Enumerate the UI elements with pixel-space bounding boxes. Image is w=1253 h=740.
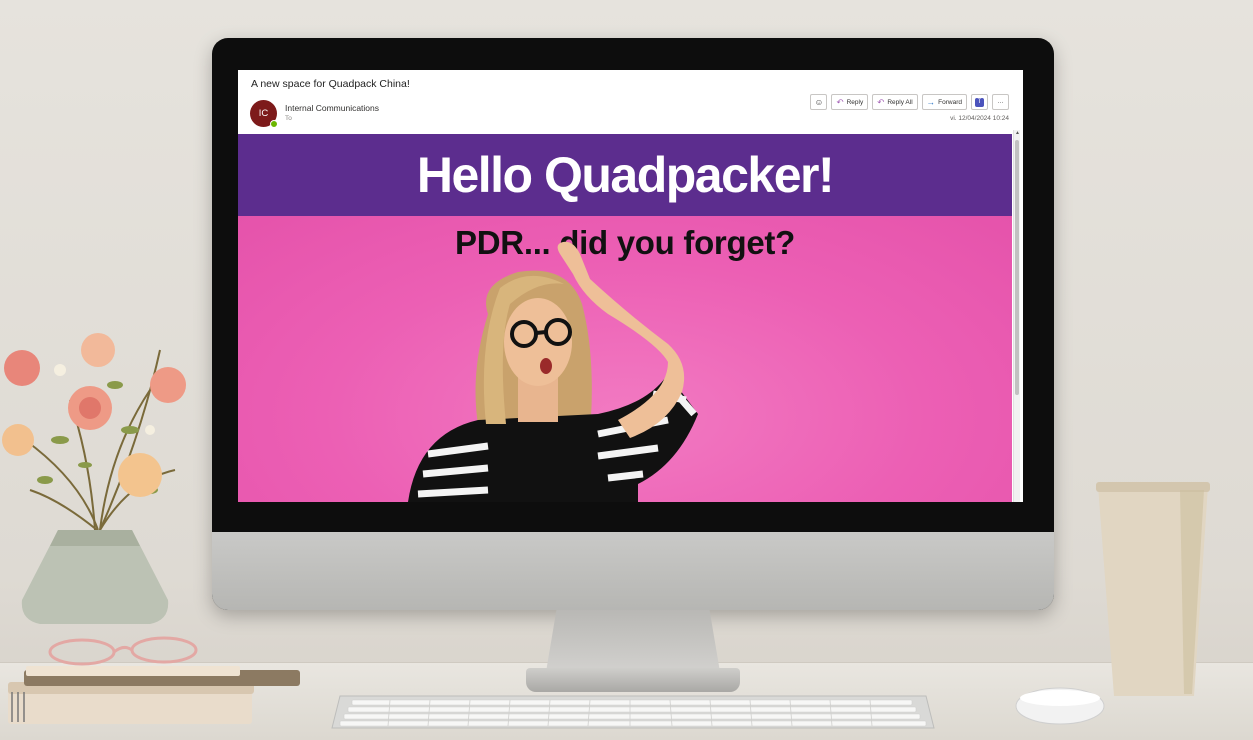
reply-all-label: Reply All [887, 98, 913, 106]
email-header: A new space for Quadpack China! IC Inter… [238, 70, 1023, 134]
scroll-thumb[interactable] [1015, 140, 1019, 395]
recipient-line: To [285, 115, 292, 122]
paper-cup-decoration [1096, 482, 1210, 696]
mouse-decoration [1015, 687, 1105, 725]
reply-all-button[interactable]: ↶ Reply All [872, 94, 918, 110]
monitor-stand [546, 610, 720, 672]
monitor-chin [212, 532, 1054, 610]
email-window: A new space for Quadpack China! IC Inter… [238, 70, 1023, 502]
forward-icon: → [926, 96, 936, 107]
reply-label: Reply [846, 98, 864, 106]
sender-name[interactable]: Internal Communications [285, 103, 379, 113]
flower-vase-decoration [2, 333, 186, 624]
email-subject: A new space for Quadpack China! [251, 78, 410, 90]
emoji-reaction-button[interactable]: ☺ [810, 94, 828, 110]
reply-icon: ↶ [836, 96, 844, 107]
teams-button[interactable]: T [971, 94, 988, 110]
teams-icon: T [975, 97, 984, 107]
reply-all-icon: ↶ [877, 96, 885, 107]
more-icon: ··· [997, 98, 1004, 106]
banner-purple-strip: Hello Quadpacker! [238, 134, 1012, 216]
forward-label: Forward [938, 98, 962, 106]
reply-button[interactable]: ↶ Reply [831, 94, 869, 110]
newsletter-banner-image: Hello Quadpacker! PDR... did you forget? [238, 134, 1012, 502]
email-scrollbar[interactable]: ▲ [1013, 130, 1020, 502]
notebooks-decoration [8, 636, 300, 724]
scroll-up-icon[interactable]: ▲ [1014, 130, 1021, 137]
email-timestamp: vi. 12/04/2024 10:24 [950, 115, 1009, 122]
woman-facepalm-illustration [408, 241, 698, 502]
banner-headline: Hello Quadpacker! [416, 147, 835, 203]
monitor-stand-base [526, 668, 740, 692]
more-actions-button[interactable]: ··· [992, 94, 1009, 110]
emoji-icon: ☺ [814, 96, 824, 107]
keyboard-decoration [331, 695, 935, 729]
presence-indicator [270, 120, 278, 128]
email-action-bar: ☺ ↶ Reply ↶ Reply All → Forward T ··· [810, 94, 1009, 110]
forward-button[interactable]: → Forward [921, 94, 967, 110]
